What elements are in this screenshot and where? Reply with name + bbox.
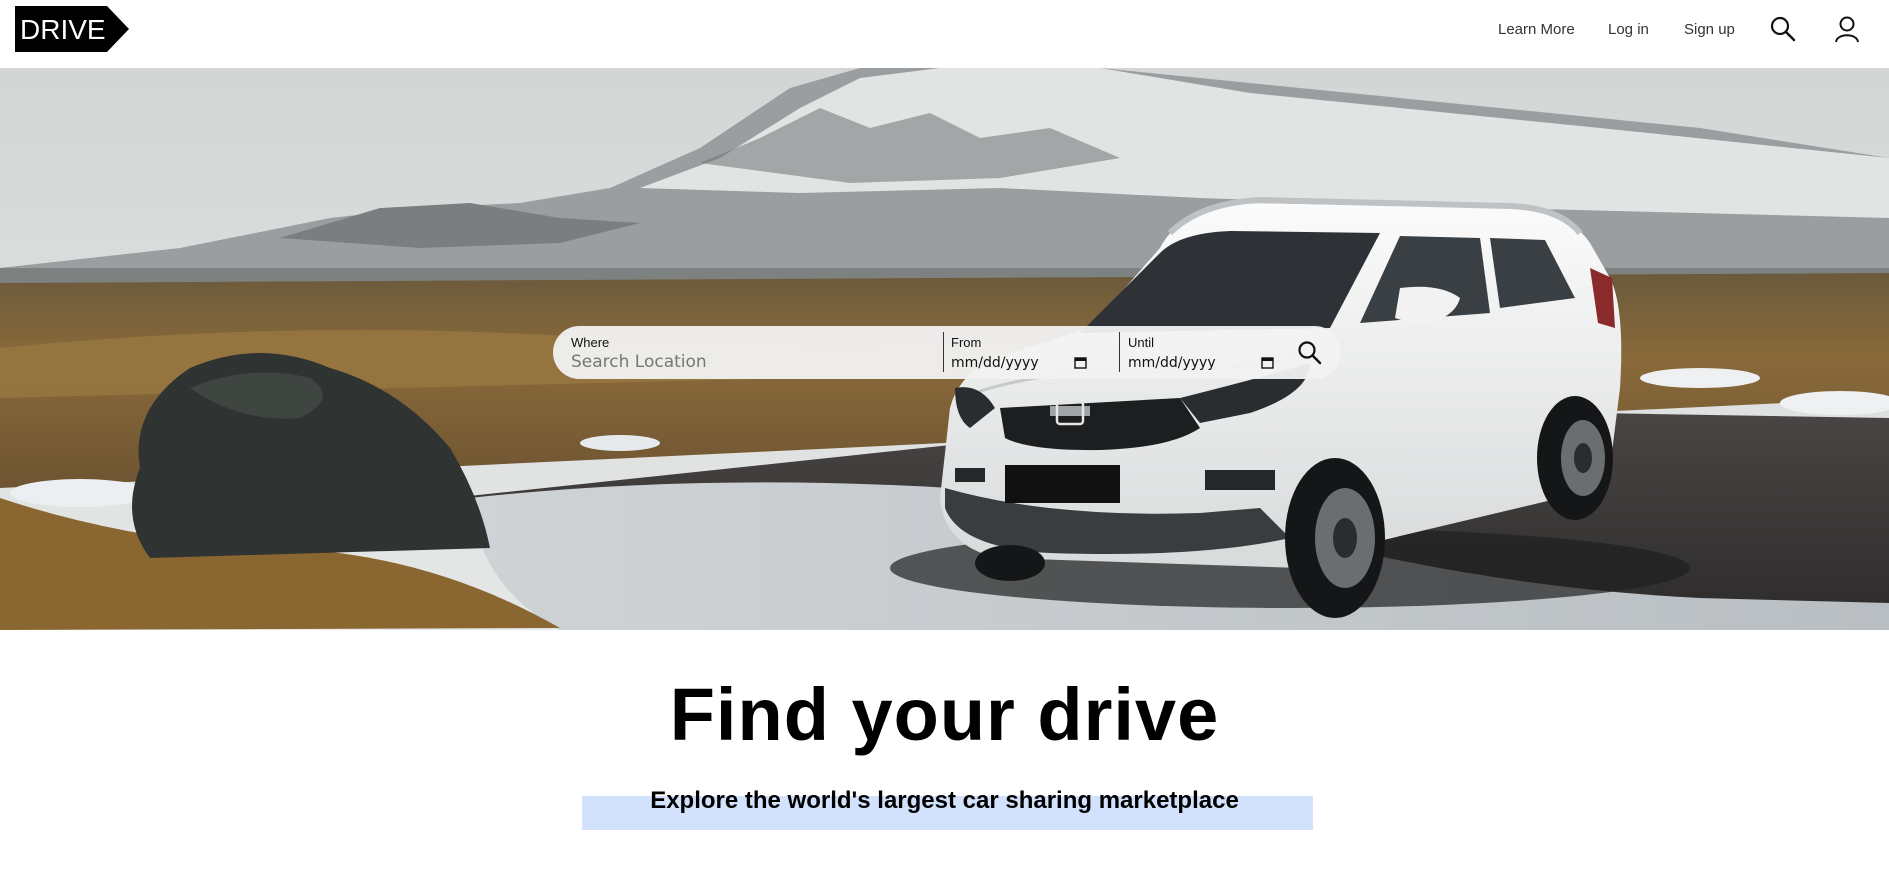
- site-header: DRIVE Learn More Log in Sign up: [0, 0, 1889, 68]
- from-label: From: [951, 335, 982, 350]
- calendar-icon[interactable]: [1261, 356, 1274, 369]
- nav-learn-more[interactable]: Learn More: [1498, 21, 1575, 38]
- field-divider: [943, 332, 944, 372]
- user-icon[interactable]: [1832, 14, 1862, 44]
- calendar-icon[interactable]: [1074, 356, 1087, 369]
- search-icon[interactable]: [1768, 14, 1798, 44]
- until-field[interactable]: Until mm/dd/yyyy: [1128, 326, 1288, 379]
- from-field[interactable]: From mm/dd/yyyy: [951, 326, 1111, 379]
- search-bar: Where From mm/dd/yyyy Until mm/dd/yyyy: [553, 326, 1341, 379]
- hero-banner: Where From mm/dd/yyyy Until mm/dd/yyyy: [0, 68, 1889, 630]
- where-field: Where: [571, 326, 941, 379]
- page-title: Find your drive: [669, 673, 1220, 756]
- location-input[interactable]: [571, 352, 931, 372]
- nav-sign-up[interactable]: Sign up: [1684, 21, 1735, 38]
- field-divider: [1119, 332, 1120, 372]
- page-subtitle: Explore the world's largest car sharing …: [650, 787, 1239, 814]
- where-label: Where: [571, 335, 610, 350]
- search-submit-icon[interactable]: [1295, 338, 1325, 368]
- drive-logo[interactable]: DRIVE: [15, 6, 129, 52]
- nav-log-in[interactable]: Log in: [1608, 21, 1649, 38]
- svg-text:DRIVE: DRIVE: [20, 14, 106, 45]
- until-label: Until: [1128, 335, 1155, 350]
- from-date-input[interactable]: mm/dd/yyyy: [951, 355, 1039, 371]
- until-date-input[interactable]: mm/dd/yyyy: [1128, 355, 1216, 371]
